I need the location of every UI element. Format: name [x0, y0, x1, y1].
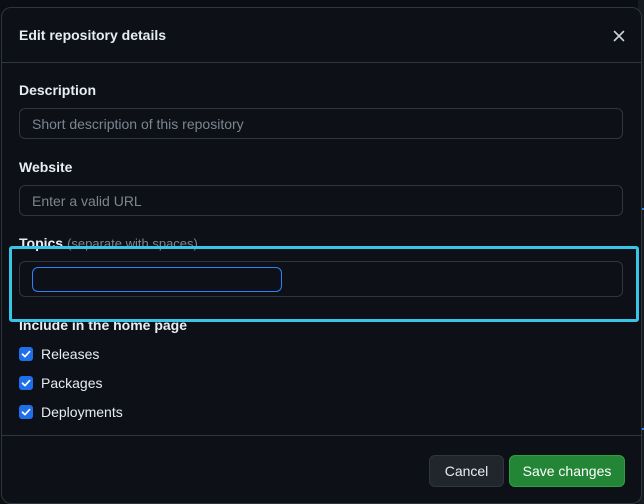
deployments-checkbox[interactable] — [19, 405, 33, 419]
close-icon — [613, 30, 625, 42]
checkbox-row-releases[interactable]: Releases — [19, 346, 99, 362]
dialog-footer: Cancel Save changes — [2, 435, 641, 503]
check-icon — [21, 379, 31, 387]
packages-label: Packages — [41, 375, 103, 391]
topics-field[interactable] — [19, 261, 623, 297]
description-label: Description — [19, 82, 97, 98]
home-page-label: Include in the home page — [19, 317, 188, 333]
close-button[interactable] — [605, 22, 633, 50]
topics-hint: (separate with spaces) — [67, 236, 198, 251]
topics-input[interactable] — [32, 267, 282, 292]
description-input[interactable] — [19, 108, 623, 139]
save-changes-button[interactable]: Save changes — [509, 455, 625, 487]
deployments-label: Deployments — [41, 404, 123, 420]
edit-repository-dialog: Edit repository details Description Webs… — [1, 7, 642, 504]
packages-checkbox[interactable] — [19, 376, 33, 390]
topics-label: Topics (separate with spaces) — [19, 235, 198, 251]
dialog-header: Edit repository details — [2, 8, 641, 63]
topics-label-text: Topics — [19, 235, 64, 251]
check-icon — [21, 408, 31, 416]
website-input[interactable] — [19, 185, 623, 216]
checkbox-row-deployments[interactable]: Deployments — [19, 404, 123, 420]
releases-label: Releases — [41, 346, 100, 362]
checkbox-row-packages[interactable]: Packages — [19, 375, 102, 391]
releases-checkbox[interactable] — [19, 347, 33, 361]
check-icon — [21, 350, 31, 358]
cancel-button[interactable]: Cancel — [429, 455, 504, 487]
dialog-title: Edit repository details — [19, 27, 167, 43]
website-label: Website — [19, 159, 73, 175]
